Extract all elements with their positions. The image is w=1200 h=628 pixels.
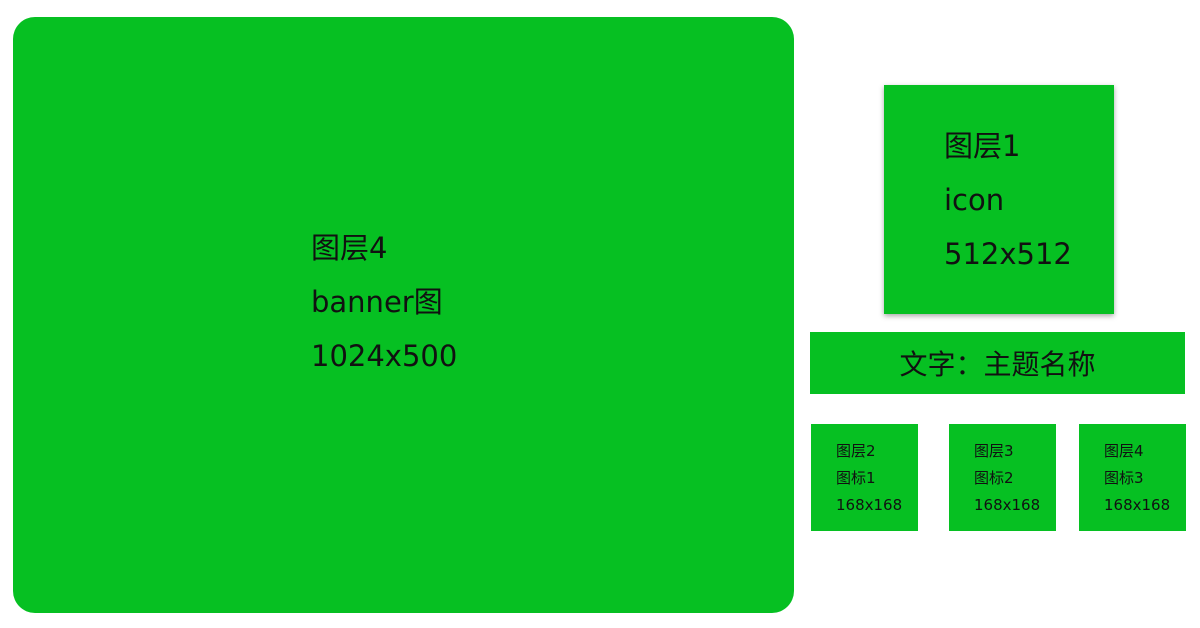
small-icon-2-type-label: 图标2	[974, 469, 1014, 487]
small-icon-2-size-label: 168x168	[974, 496, 1041, 514]
icon-placeholder: 图层1 icon 512x512	[884, 85, 1114, 314]
small-icon-placeholder-2: 图层3 图标2 168x168	[949, 424, 1056, 531]
icon-type-label: icon	[944, 183, 1005, 217]
theme-name-placeholder: 文字：主题名称	[810, 332, 1185, 394]
banner-type-label: banner图	[311, 285, 443, 319]
layout-canvas: 图层4 banner图 1024x500 图层1 icon 512x512 文字…	[0, 0, 1200, 628]
icon-layer-label: 图层1	[944, 129, 1021, 163]
icon-size-label: 512x512	[944, 237, 1072, 271]
banner-size-label: 1024x500	[311, 339, 458, 373]
small-icon-1-layer-label: 图层2	[836, 442, 876, 460]
small-icon-1-type-label: 图标1	[836, 469, 876, 487]
banner-label-group: 图层4 banner图 1024x500	[311, 221, 457, 383]
icon-label-group: 图层1 icon 512x512	[944, 119, 1072, 281]
theme-name-label: 文字：主题名称	[899, 348, 1096, 381]
small-icon-1-size-label: 168x168	[836, 496, 903, 514]
small-icon-placeholder-1: 图层2 图标1 168x168	[811, 424, 918, 531]
banner-placeholder: 图层4 banner图 1024x500	[13, 17, 794, 613]
small-icon-3-type-label: 图标3	[1104, 469, 1144, 487]
small-icon-2-label-group: 图层3 图标2 168x168	[974, 438, 1040, 519]
small-icon-1-label-group: 图层2 图标1 168x168	[836, 438, 902, 519]
small-icon-3-label-group: 图层4 图标3 168x168	[1104, 438, 1170, 519]
small-icon-2-layer-label: 图层3	[974, 442, 1014, 460]
banner-layer-label: 图层4	[311, 231, 388, 265]
small-icon-3-layer-label: 图层4	[1104, 442, 1144, 460]
small-icon-placeholder-3: 图层4 图标3 168x168	[1079, 424, 1186, 531]
small-icon-3-size-label: 168x168	[1104, 496, 1171, 514]
